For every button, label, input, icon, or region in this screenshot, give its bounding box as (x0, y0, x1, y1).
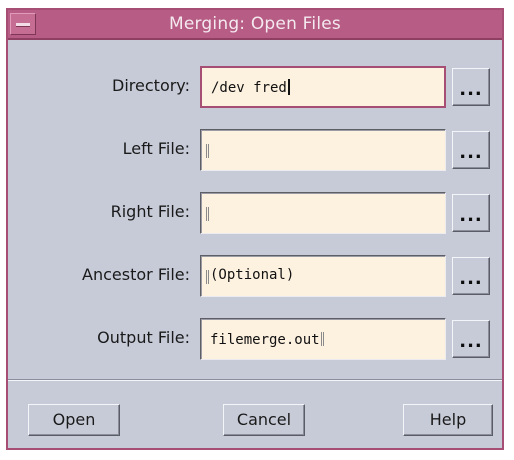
dialog-body: Directory: /dev fred ... Left File: ... … (8, 40, 502, 448)
ancestor-file-row: Ancestor File: (Optional) ... (8, 253, 502, 299)
left-file-row: Left File: ... (8, 127, 502, 173)
output-file-row: Output File: filemerge.out ... (8, 316, 502, 362)
output-file-field[interactable]: filemerge.out (200, 318, 446, 360)
inactive-cursor (206, 207, 209, 221)
output-file-browse-button[interactable]: ... (452, 320, 490, 358)
open-files-dialog: Merging: Open Files Directory: /dev fred… (6, 8, 504, 450)
open-button[interactable]: Open (28, 404, 120, 436)
button-separator (8, 379, 502, 381)
right-file-label: Right File: (110, 202, 190, 221)
ancestor-file-browse-button[interactable]: ... (452, 257, 490, 295)
directory-row: Directory: /dev fred ... (8, 64, 502, 110)
ancestor-file-value: (Optional) (210, 267, 295, 283)
directory-field[interactable]: /dev fred (200, 66, 446, 108)
directory-label: Directory: (112, 76, 190, 95)
directory-browse-button[interactable]: ... (452, 68, 490, 106)
cancel-button[interactable]: Cancel (223, 404, 305, 436)
inactive-cursor (206, 144, 209, 158)
ancestor-file-field[interactable]: (Optional) (200, 255, 446, 297)
directory-value: /dev fred (211, 79, 290, 96)
output-file-label: Output File: (97, 328, 190, 347)
window-title: Merging: Open Files (169, 14, 341, 34)
left-file-field[interactable] (200, 129, 446, 171)
text-cursor (287, 79, 290, 95)
right-file-browse-button[interactable]: ... (452, 194, 490, 232)
left-file-browse-button[interactable]: ... (452, 131, 490, 169)
help-button[interactable]: Help (403, 404, 493, 436)
left-file-label: Left File: (122, 139, 190, 158)
ancestor-file-label: Ancestor File: (82, 265, 190, 284)
output-file-value: filemerge.out (210, 330, 324, 348)
title-bar[interactable]: Merging: Open Files (8, 10, 502, 40)
right-file-row: Right File: ... (8, 190, 502, 236)
right-file-field[interactable] (200, 192, 446, 234)
inactive-cursor (320, 332, 324, 346)
inactive-cursor (206, 270, 209, 284)
